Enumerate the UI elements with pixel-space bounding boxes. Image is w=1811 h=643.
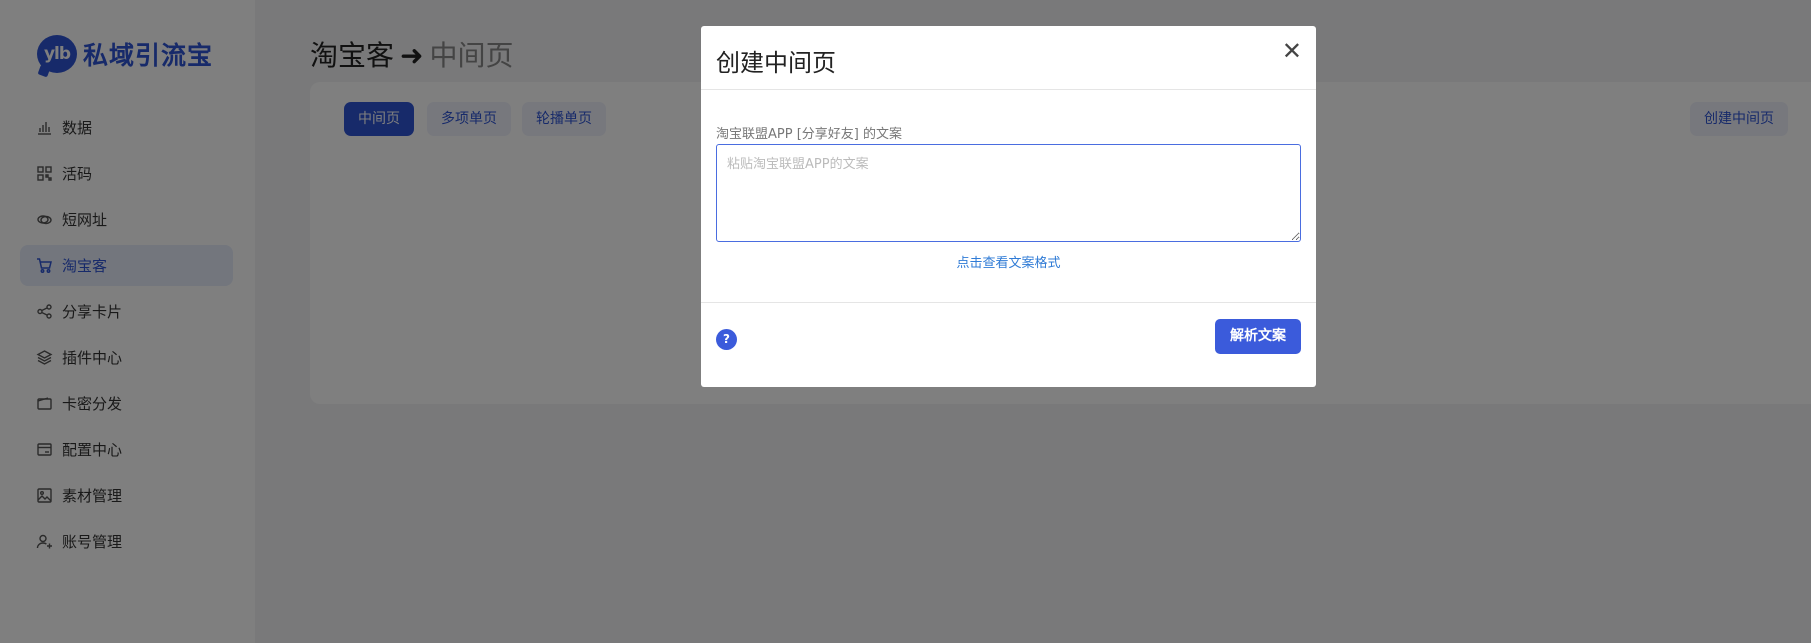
parse-copy-button[interactable]: 解析文案 — [1215, 319, 1301, 354]
modal-footer-divider — [701, 302, 1316, 303]
view-format-link[interactable]: 点击查看文案格式 — [701, 252, 1316, 271]
create-middle-page-modal: 创建中间页 ✕ 淘宝联盟APP [分享好友] 的文案 点击查看文案格式 ? 解析… — [701, 26, 1316, 387]
modal-header: 创建中间页 ✕ — [701, 26, 1316, 90]
close-icon[interactable]: ✕ — [1282, 39, 1302, 63]
copy-text-label: 淘宝联盟APP [分享好友] 的文案 — [716, 127, 902, 142]
copy-text-input[interactable] — [716, 144, 1301, 242]
modal-title: 创建中间页 — [716, 49, 836, 77]
help-icon[interactable]: ? — [716, 329, 737, 350]
